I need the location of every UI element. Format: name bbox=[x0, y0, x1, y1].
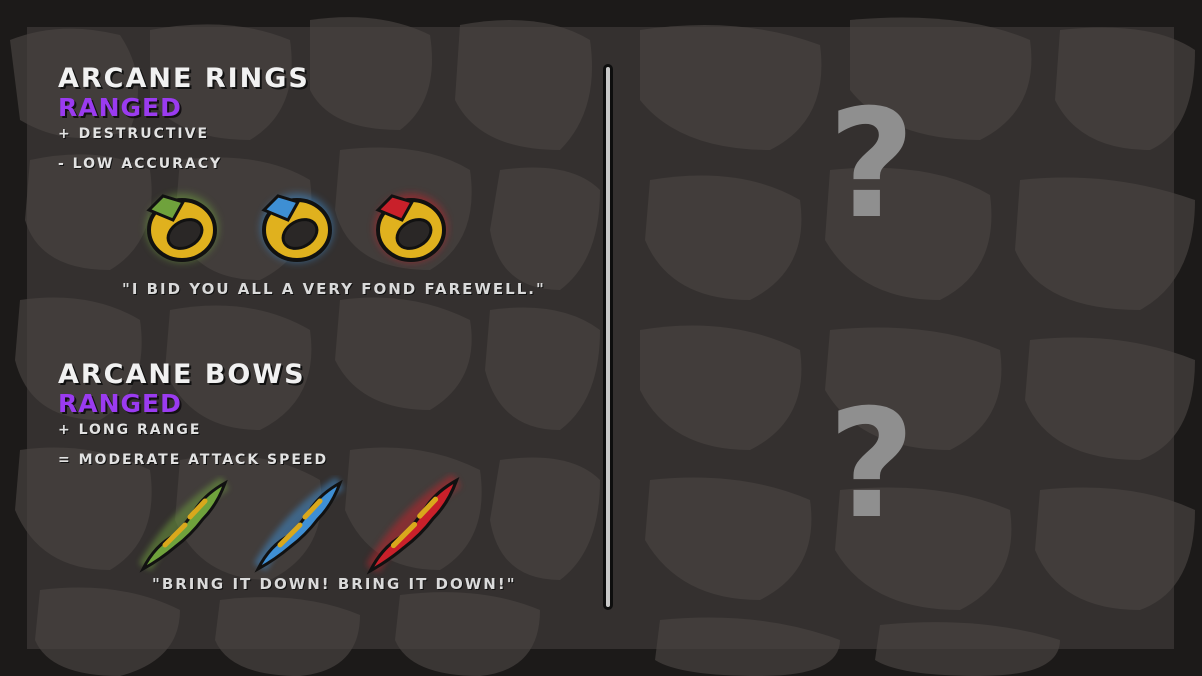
weapon-category: Ranged bbox=[58, 389, 182, 418]
blue-bow-icon[interactable] bbox=[250, 475, 350, 575]
weapon-con: - Low Accuracy bbox=[58, 156, 223, 172]
weapon-pro: + Long Range bbox=[58, 422, 202, 438]
weapon-title: Arcane Rings bbox=[58, 63, 310, 94]
blue-ring-icon[interactable] bbox=[250, 180, 340, 270]
column-divider bbox=[603, 64, 613, 610]
question-mark-icon: ? bbox=[828, 78, 916, 252]
weapon-pro: + Destructive bbox=[58, 126, 210, 142]
red-bow-icon[interactable] bbox=[362, 472, 467, 577]
weapon-section-rings: Arcane Rings Ranged + Destructive - Low … bbox=[58, 63, 310, 173]
weapon-title: Arcane Bows bbox=[58, 359, 306, 390]
weapon-section-bows: Arcane Bows Ranged + Long Range = Modera… bbox=[58, 359, 326, 469]
red-ring-icon[interactable] bbox=[364, 180, 454, 270]
weapon-quote: "I bid you all a very fond farewell." bbox=[122, 280, 546, 298]
green-ring-icon[interactable] bbox=[135, 180, 225, 270]
question-mark-icon: ? bbox=[828, 378, 916, 552]
weapon-quote: "Bring it down! Bring it down!" bbox=[152, 575, 517, 593]
green-bow-icon[interactable] bbox=[135, 475, 235, 575]
weapon-con: = Moderate Attack Speed bbox=[58, 452, 329, 468]
weapon-category: Ranged bbox=[58, 93, 182, 122]
